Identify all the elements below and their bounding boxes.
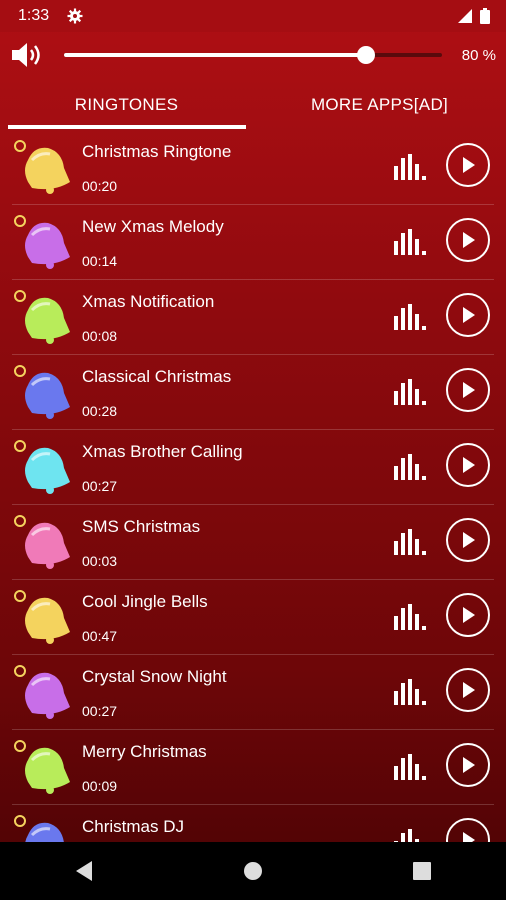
status-bar: 1:33 bbox=[0, 0, 506, 32]
volume-slider-thumb[interactable] bbox=[357, 46, 376, 64]
ringtone-list: Christmas Ringtone 00:20 New Xmas Melody… bbox=[0, 130, 506, 842]
ringtone-title: Christmas Ringtone bbox=[82, 142, 232, 161]
volume-percent: 80 % bbox=[461, 47, 496, 64]
ringtone-duration: 00:27 bbox=[82, 703, 118, 719]
play-icon bbox=[463, 832, 475, 842]
ringtone-item[interactable]: SMS Christmas 00:03 bbox=[12, 505, 494, 580]
ringtone-duration: 00:08 bbox=[82, 328, 118, 344]
play-button[interactable] bbox=[446, 593, 490, 637]
ringtone-item[interactable]: Christmas Ringtone 00:20 bbox=[12, 130, 494, 205]
bell-icon bbox=[14, 513, 72, 571]
bell-icon bbox=[14, 738, 72, 796]
signal-icon bbox=[458, 9, 472, 28]
play-button[interactable] bbox=[446, 218, 490, 262]
tab-bar: RINGTONES MORE APPS[AD] bbox=[0, 80, 506, 130]
ringtone-title: Classical Christmas bbox=[82, 367, 232, 386]
ringtone-title: Christmas DJ bbox=[82, 817, 185, 836]
play-icon bbox=[463, 682, 475, 698]
ringtone-duration: 00:47 bbox=[82, 628, 118, 644]
play-button[interactable] bbox=[446, 518, 490, 562]
equalizer-icon bbox=[394, 829, 426, 842]
bell-icon bbox=[14, 813, 72, 842]
bell-icon bbox=[14, 363, 72, 421]
play-icon bbox=[463, 457, 475, 473]
ringtone-title: New Xmas Melody bbox=[82, 217, 224, 236]
active-tab-indicator bbox=[8, 125, 246, 129]
play-icon bbox=[463, 607, 475, 623]
tab-ringtones[interactable]: RINGTONES bbox=[0, 80, 253, 130]
volume-slider-fill bbox=[64, 53, 367, 57]
ringtone-duration: 00:27 bbox=[82, 478, 118, 494]
equalizer-icon bbox=[394, 154, 426, 180]
battery-icon bbox=[480, 8, 490, 29]
equalizer-icon bbox=[394, 604, 426, 630]
play-icon bbox=[463, 232, 475, 248]
back-icon[interactable] bbox=[72, 859, 96, 883]
play-icon bbox=[463, 382, 475, 398]
volume-slider[interactable] bbox=[64, 46, 442, 64]
ringtone-duration: 00:14 bbox=[82, 253, 118, 269]
equalizer-icon bbox=[394, 379, 426, 405]
ringtone-item[interactable]: Christmas DJ bbox=[12, 805, 494, 842]
ringtone-item[interactable]: Crystal Snow Night 00:27 bbox=[12, 655, 494, 730]
play-icon bbox=[463, 532, 475, 548]
play-button[interactable] bbox=[446, 143, 490, 187]
ringtone-item[interactable]: Xmas Brother Calling 00:27 bbox=[12, 430, 494, 505]
bell-icon bbox=[14, 438, 72, 496]
bell-icon bbox=[14, 663, 72, 721]
bell-icon bbox=[14, 138, 72, 196]
ringtone-title: Xmas Brother Calling bbox=[82, 442, 243, 461]
play-button[interactable] bbox=[446, 368, 490, 412]
equalizer-icon bbox=[394, 754, 426, 780]
ringtone-title: Xmas Notification bbox=[82, 292, 215, 311]
equalizer-icon bbox=[394, 529, 426, 555]
bell-icon bbox=[14, 213, 72, 271]
home-icon[interactable] bbox=[241, 859, 265, 883]
play-icon bbox=[463, 157, 475, 173]
bell-icon bbox=[14, 288, 72, 346]
navigation-bar bbox=[0, 842, 506, 900]
ringtone-title: SMS Christmas bbox=[82, 517, 201, 536]
ringtone-item[interactable]: Cool Jingle Bells 00:47 bbox=[12, 580, 494, 655]
ringtone-duration: 00:03 bbox=[82, 553, 118, 569]
ringtone-title: Crystal Snow Night bbox=[82, 667, 227, 686]
ringtone-title: Merry Christmas bbox=[82, 742, 207, 761]
equalizer-icon bbox=[394, 454, 426, 480]
play-button[interactable] bbox=[446, 668, 490, 712]
ringtone-duration: 00:28 bbox=[82, 403, 118, 419]
play-button[interactable] bbox=[446, 743, 490, 787]
ringtone-duration: 00:09 bbox=[82, 778, 118, 794]
play-button[interactable] bbox=[446, 818, 490, 842]
equalizer-icon bbox=[394, 679, 426, 705]
ringtone-item[interactable]: New Xmas Melody 00:14 bbox=[12, 205, 494, 280]
play-icon bbox=[463, 307, 475, 323]
ringtone-item[interactable]: Merry Christmas 00:09 bbox=[12, 730, 494, 805]
bell-icon bbox=[14, 588, 72, 646]
ringtone-item[interactable]: Classical Christmas 00:28 bbox=[12, 355, 494, 430]
gear-icon bbox=[67, 8, 83, 24]
speaker-icon[interactable] bbox=[10, 40, 46, 70]
recents-icon[interactable] bbox=[410, 859, 434, 883]
ringtone-duration: 00:20 bbox=[82, 178, 118, 194]
ringtone-item[interactable]: Xmas Notification 00:08 bbox=[12, 280, 494, 355]
ringtone-title: Cool Jingle Bells bbox=[82, 592, 208, 611]
equalizer-icon bbox=[394, 304, 426, 330]
play-button[interactable] bbox=[446, 293, 490, 337]
equalizer-icon bbox=[394, 229, 426, 255]
play-icon bbox=[463, 757, 475, 773]
play-button[interactable] bbox=[446, 443, 490, 487]
tab-more-apps[interactable]: MORE APPS[AD] bbox=[253, 80, 506, 130]
status-time: 1:33 bbox=[18, 7, 50, 24]
